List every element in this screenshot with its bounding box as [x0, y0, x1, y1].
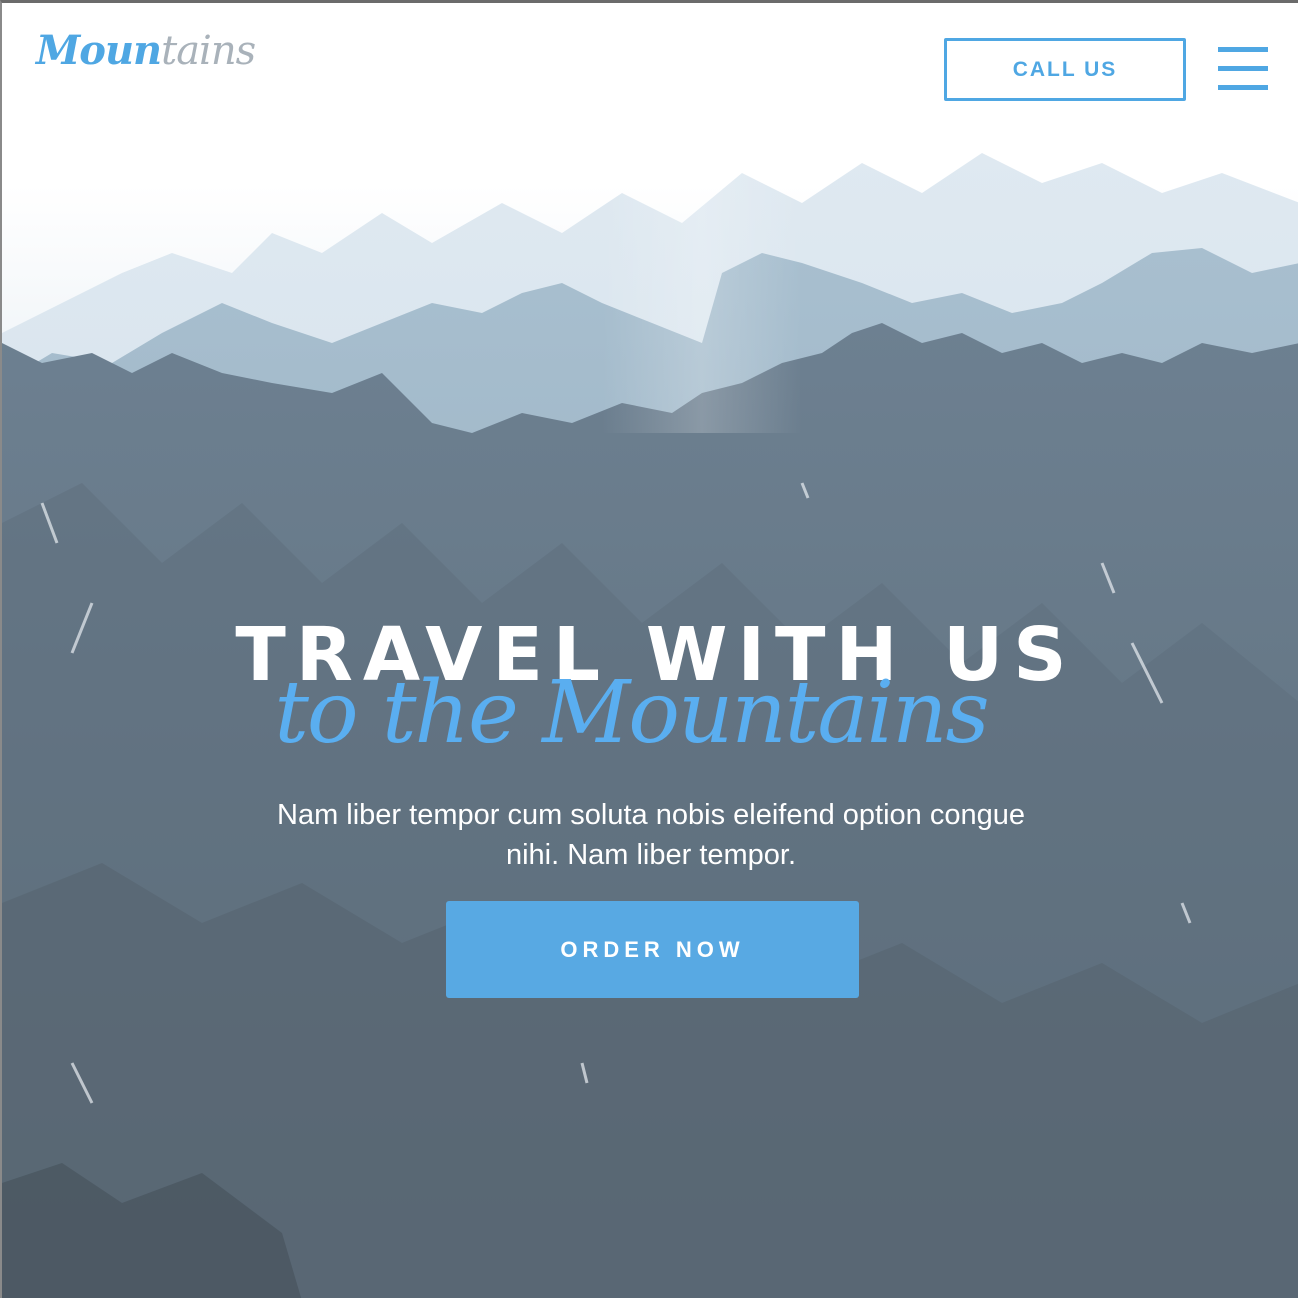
- logo-part-2: tains: [161, 28, 256, 74]
- site-header: Mountains CALL US: [2, 3, 1298, 133]
- menu-bar: [1218, 66, 1268, 71]
- logo-part-1: Moun: [36, 27, 162, 74]
- hero-description-line: Nam liber tempor cum soluta nobis eleife…: [277, 799, 1025, 831]
- site-logo[interactable]: Mountains: [36, 27, 256, 74]
- order-now-button[interactable]: ORDER NOW: [446, 901, 859, 998]
- hero-description-line: nihi. Nam liber tempor.: [505, 839, 797, 871]
- menu-bar: [1218, 85, 1268, 90]
- menu-bar: [1218, 47, 1268, 52]
- page: Mountains CALL US TRAVEL WITH US to the …: [0, 0, 1298, 1298]
- call-us-button[interactable]: CALL US: [944, 38, 1186, 101]
- hamburger-menu-icon[interactable]: [1218, 47, 1268, 91]
- hero-script-subtitle: to the Mountains: [274, 663, 989, 763]
- hero-description: Nam liber tempor cum soluta nobis eleife…: [2, 795, 1298, 875]
